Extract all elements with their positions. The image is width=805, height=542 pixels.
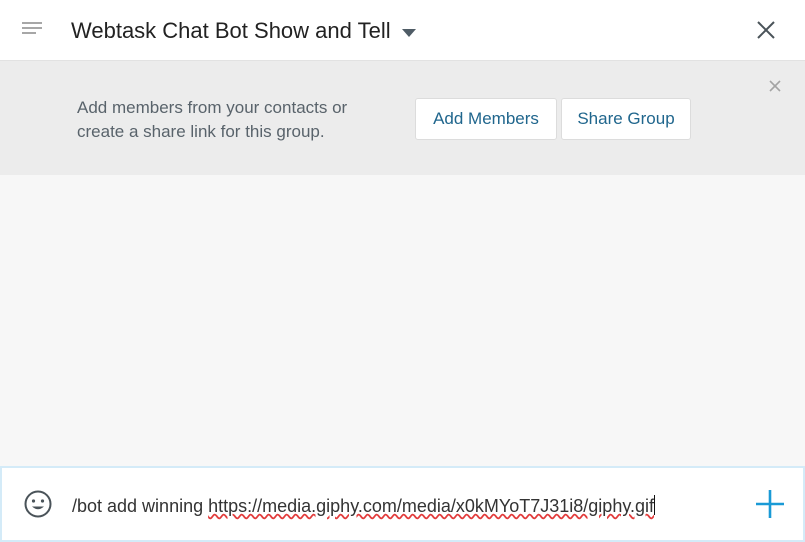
plus-icon bbox=[756, 490, 784, 518]
emoji-button[interactable] bbox=[23, 489, 53, 519]
page-title: Webtask Chat Bot Show and Tell bbox=[71, 18, 391, 43]
add-members-button[interactable]: Add Members bbox=[415, 98, 557, 140]
group-avatar-icon bbox=[22, 22, 44, 34]
close-icon bbox=[757, 21, 775, 39]
add-attachment-button[interactable] bbox=[754, 488, 786, 520]
message-composer: /bot add winning https://media.giphy.com… bbox=[0, 466, 805, 542]
message-link-text: https://media.giphy.com/media/x0kMYoT7J3… bbox=[208, 496, 655, 516]
chevron-down-icon bbox=[401, 28, 416, 37]
add-members-banner: Add members from your contacts or create… bbox=[0, 61, 805, 175]
share-group-button[interactable]: Share Group bbox=[561, 98, 691, 140]
message-text: /bot add winning bbox=[72, 496, 209, 516]
banner-message: Add members from your contacts or create… bbox=[77, 98, 348, 141]
group-title-dropdown[interactable]: Webtask Chat Bot Show and Tell bbox=[71, 16, 416, 46]
text-cursor bbox=[654, 495, 656, 515]
close-icon bbox=[769, 80, 781, 92]
chat-header: Webtask Chat Bot Show and Tell bbox=[0, 0, 805, 61]
dismiss-banner-button[interactable] bbox=[768, 79, 782, 93]
smiley-icon bbox=[24, 490, 52, 518]
message-input[interactable]: /bot add winning https://media.giphy.com… bbox=[72, 492, 732, 520]
close-button[interactable] bbox=[754, 18, 780, 44]
